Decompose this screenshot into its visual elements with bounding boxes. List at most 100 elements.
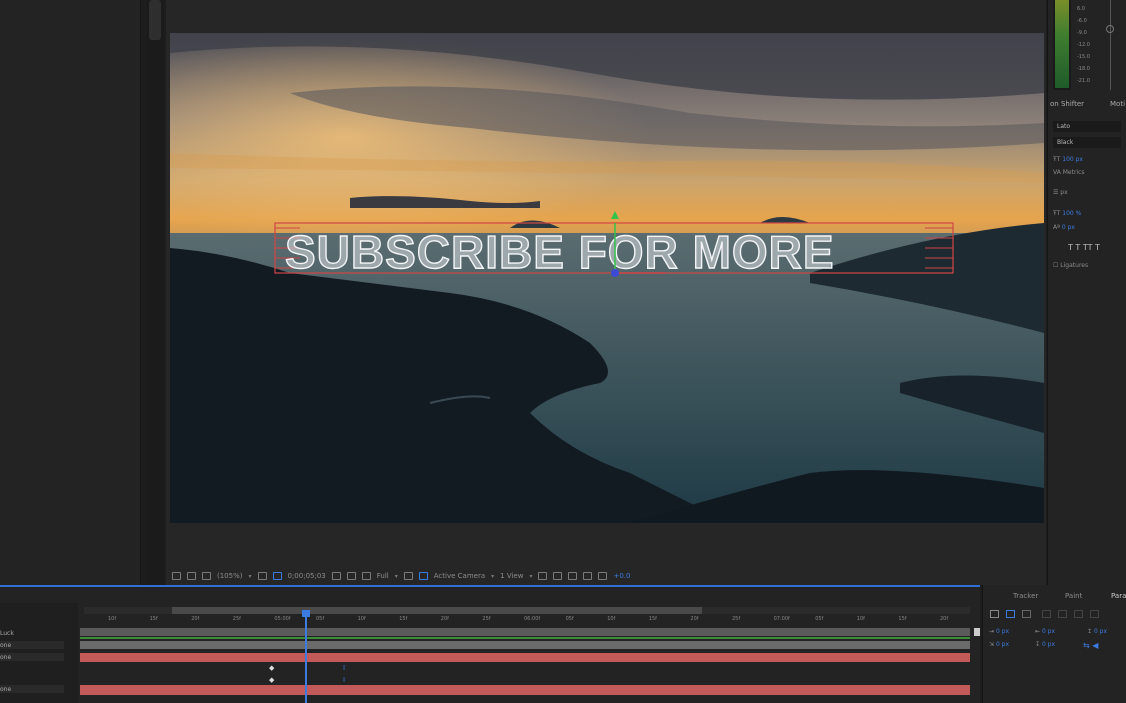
- layer-bar-red[interactable]: [80, 653, 970, 662]
- align-left-icon[interactable]: [990, 610, 999, 618]
- monitor-icon[interactable]: [187, 572, 196, 580]
- ruler-tick-label: 20f: [191, 616, 200, 622]
- meter-label: -6.0: [1077, 18, 1087, 24]
- layer-row[interactable]: one: [0, 653, 78, 662]
- exposure-value[interactable]: +0.0: [613, 572, 630, 580]
- ruler-tick-label: 15f: [898, 616, 907, 622]
- align-center-icon[interactable]: [1006, 610, 1015, 618]
- chevron-down-icon[interactable]: ▾: [395, 573, 398, 580]
- composition-frame[interactable]: SUBSCRIBE FOR MORE: [170, 33, 1044, 523]
- indent-left-value[interactable]: 0 px: [996, 628, 1009, 635]
- chevron-down-icon[interactable]: ▾: [248, 573, 251, 580]
- current-timecode[interactable]: 0;00;05;03: [288, 572, 326, 580]
- ruler-tick-label: 07:00f: [773, 616, 790, 622]
- blend-mode-select[interactable]: one: [0, 685, 64, 693]
- layer-bar-gray[interactable]: [80, 628, 970, 636]
- tab-paint[interactable]: Paint: [1065, 592, 1082, 600]
- font-size-icon: ŦT: [1053, 156, 1063, 163]
- font-size-value[interactable]: 100 px: [1062, 156, 1083, 163]
- meter-label: -12.0: [1077, 42, 1090, 48]
- align-right-icon[interactable]: [1022, 610, 1031, 618]
- work-area[interactable]: [172, 607, 702, 614]
- title-text-layer[interactable]: SUBSCRIBE FOR MORE: [284, 225, 835, 278]
- layer-row[interactable]: Luck: [0, 629, 78, 638]
- slider-knob[interactable]: [1106, 25, 1114, 33]
- keyframe-icon[interactable]: ◆: [269, 664, 274, 672]
- current-time-indicator[interactable]: [302, 610, 310, 703]
- ligatures-label: Ligatures: [1060, 262, 1089, 269]
- show-snapshot-icon[interactable]: [346, 572, 356, 580]
- view-layout-select[interactable]: 1 View: [500, 572, 523, 580]
- time-ruler[interactable]: 10f 15f 20f 25f 05:00f 05f 10f 15f 20f 25f 06:00f 0…: [84, 614, 970, 626]
- color-channel-icon[interactable]: [361, 572, 371, 580]
- ruler-tick-label: 05f: [565, 616, 574, 622]
- resolution-select[interactable]: Full: [377, 572, 389, 580]
- chevron-down-icon[interactable]: ▾: [491, 573, 494, 580]
- snapshot-camera-icon[interactable]: [331, 572, 341, 580]
- space-before-value[interactable]: 0 px: [1094, 628, 1107, 635]
- camera-select[interactable]: Active Camera: [434, 572, 485, 580]
- zoom-select[interactable]: (105%): [217, 572, 242, 580]
- ruler-tick-label: 06:00f: [524, 616, 541, 622]
- timeline-icon[interactable]: [583, 572, 593, 580]
- tab-paragraph[interactable]: Parag: [1111, 592, 1126, 600]
- layer-bar-red[interactable]: [80, 685, 970, 695]
- ruler-tick-label: 10f: [108, 616, 117, 622]
- grid-guides-icon[interactable]: [257, 572, 267, 580]
- paragraph-panel: Tracker Paint Parag ⇥ 0 px ⇤ 0 px ↥ 0 px…: [982, 585, 1126, 703]
- chevron-down-icon[interactable]: ▾: [529, 573, 532, 580]
- indent-right-value[interactable]: 0 px: [1042, 628, 1055, 635]
- space-before-icon: ↥: [1087, 628, 1094, 635]
- zoom-end-handle[interactable]: [974, 628, 980, 636]
- kerning-value[interactable]: Metrics: [1063, 169, 1085, 176]
- tab-motion[interactable]: Moti: [1110, 100, 1125, 108]
- keyframe-icon[interactable]: ◆: [269, 676, 274, 684]
- audio-waveform-track: [80, 637, 970, 639]
- ruler-tick-label: 15f: [648, 616, 657, 622]
- toggle-pixel-aspect-icon[interactable]: [538, 572, 548, 580]
- justify-left-icon[interactable]: [1042, 610, 1051, 618]
- viewer-toolbar: (105%) ▾ 0;00;05;03 Full ▾ Active Camera…: [166, 568, 1046, 584]
- justify-all-icon[interactable]: [1090, 610, 1099, 618]
- space-after-value[interactable]: 0 px: [1042, 641, 1055, 648]
- ruler-tick-label: 05:00f: [274, 616, 291, 622]
- layer-row[interactable]: one: [0, 641, 78, 650]
- keyframe-icon[interactable]: I: [343, 664, 345, 672]
- ruler-tick-label: 25f: [232, 616, 241, 622]
- flowchart-icon[interactable]: [568, 572, 578, 580]
- font-style-select[interactable]: Black: [1053, 137, 1121, 148]
- direction-icons[interactable]: ⇆ ◀: [1083, 641, 1098, 650]
- font-family-select[interactable]: Lato: [1053, 121, 1121, 132]
- tab-tracker[interactable]: Tracker: [1013, 592, 1038, 600]
- indent-left-icon: ⇥: [989, 628, 996, 635]
- blend-mode-select[interactable]: one: [0, 641, 64, 649]
- scrollbar-thumb[interactable]: [149, 0, 161, 40]
- baseline-shift-value[interactable]: 0 px: [1062, 224, 1075, 231]
- blend-mode-select[interactable]: one: [0, 653, 64, 661]
- region-of-interest-icon[interactable]: [272, 572, 282, 580]
- justify-right-icon[interactable]: [1074, 610, 1083, 618]
- layer-row[interactable]: one: [0, 685, 78, 694]
- transparency-grid-icon[interactable]: [418, 572, 428, 580]
- indent-right-icon: ⇤: [1035, 628, 1042, 635]
- fast-preview-icon[interactable]: [403, 572, 413, 580]
- first-line-indent-value[interactable]: 0 px: [996, 641, 1009, 648]
- vertical-scale-value[interactable]: 100 %: [1062, 210, 1081, 217]
- mask-view-icon[interactable]: [202, 572, 211, 580]
- justify-center-icon[interactable]: [1058, 610, 1067, 618]
- tab-shifter[interactable]: on Shifter: [1050, 100, 1084, 108]
- draft-3d-icon[interactable]: [553, 572, 563, 580]
- meter-label: -18.0: [1077, 66, 1090, 72]
- settings-gear-icon[interactable]: [598, 572, 608, 580]
- layer-bar-gray[interactable]: [80, 641, 970, 649]
- work-area-bar[interactable]: [84, 607, 970, 614]
- always-preview-icon[interactable]: [172, 572, 181, 580]
- vertical-scale-icon: ŦT: [1053, 210, 1063, 217]
- stroke-width-value[interactable]: px: [1060, 189, 1067, 196]
- panel-scrollbar[interactable]: [146, 0, 164, 585]
- faux-style-buttons[interactable]: T T TT T: [1068, 243, 1100, 252]
- keyframe-icon[interactable]: I: [343, 676, 345, 684]
- layer-list: Luck one one one: [0, 603, 78, 703]
- audio-level-slider[interactable]: [1104, 0, 1118, 90]
- anchor-point[interactable]: [611, 269, 619, 277]
